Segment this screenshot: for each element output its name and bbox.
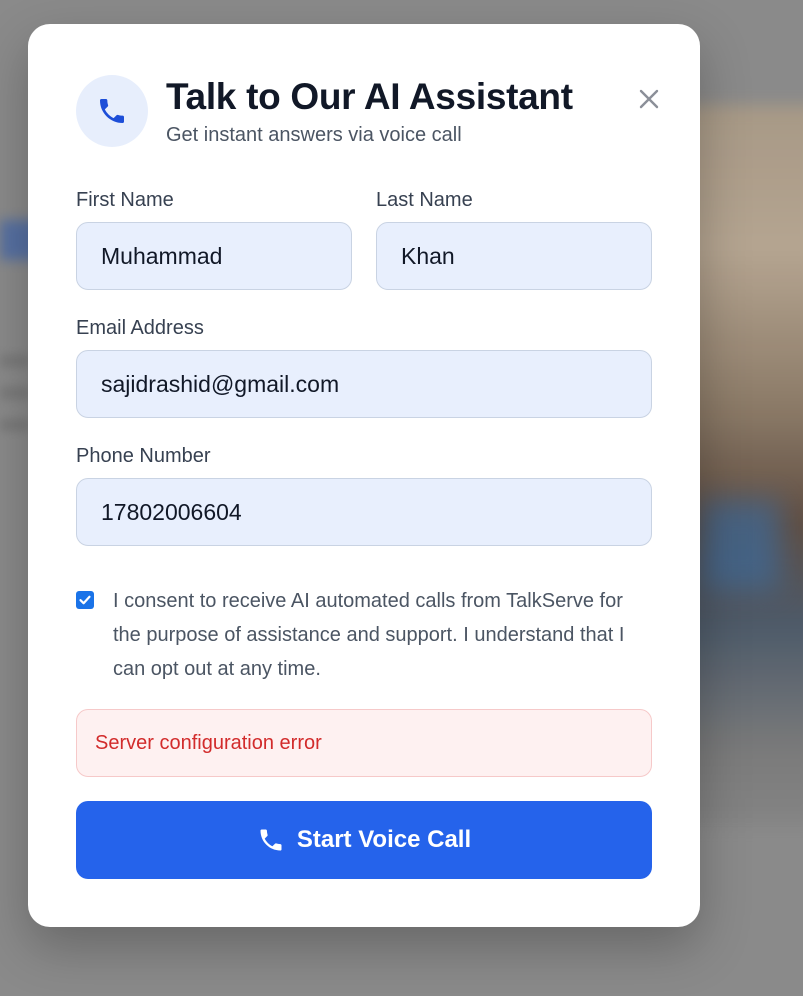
consent-text: I consent to receive AI automated calls … <box>113 590 625 680</box>
email-label: Email Address <box>76 317 204 339</box>
header-icon-badge <box>76 75 148 147</box>
first-name-label: First Name <box>76 189 174 211</box>
email-input[interactable] <box>76 350 652 418</box>
voice-call-modal: Talk to Our AI Assistant Get instant ans… <box>28 24 700 927</box>
start-voice-call-label: Start Voice Call <box>296 826 472 853</box>
phone-label: Phone Number <box>76 445 211 467</box>
background-photo-detail <box>700 500 780 590</box>
close-button[interactable] <box>636 86 662 112</box>
phone-input[interactable] <box>76 478 652 546</box>
modal-subtitle: Get instant answers via voice call <box>166 123 462 146</box>
start-voice-call-button[interactable]: Start Voice Call <box>76 801 652 879</box>
last-name-input[interactable] <box>376 222 652 290</box>
consent-checkbox[interactable] <box>76 591 94 609</box>
phone-icon <box>100 99 124 123</box>
modal-header: Talk to Our AI Assistant Get instant ans… <box>76 75 573 147</box>
first-name-input[interactable] <box>76 222 352 290</box>
header-text: Talk to Our AI Assistant Get instant ans… <box>166 76 573 147</box>
error-alert: Server configuration error <box>76 709 652 777</box>
checkmark-icon <box>79 595 91 605</box>
modal-title: Talk to Our AI Assistant <box>166 75 573 117</box>
close-icon <box>639 89 659 109</box>
consent-row: I consent to receive AI automated calls … <box>76 584 656 686</box>
last-name-label: Last Name <box>376 189 473 211</box>
error-message: Server configuration error <box>95 731 322 754</box>
phone-icon <box>260 829 282 851</box>
